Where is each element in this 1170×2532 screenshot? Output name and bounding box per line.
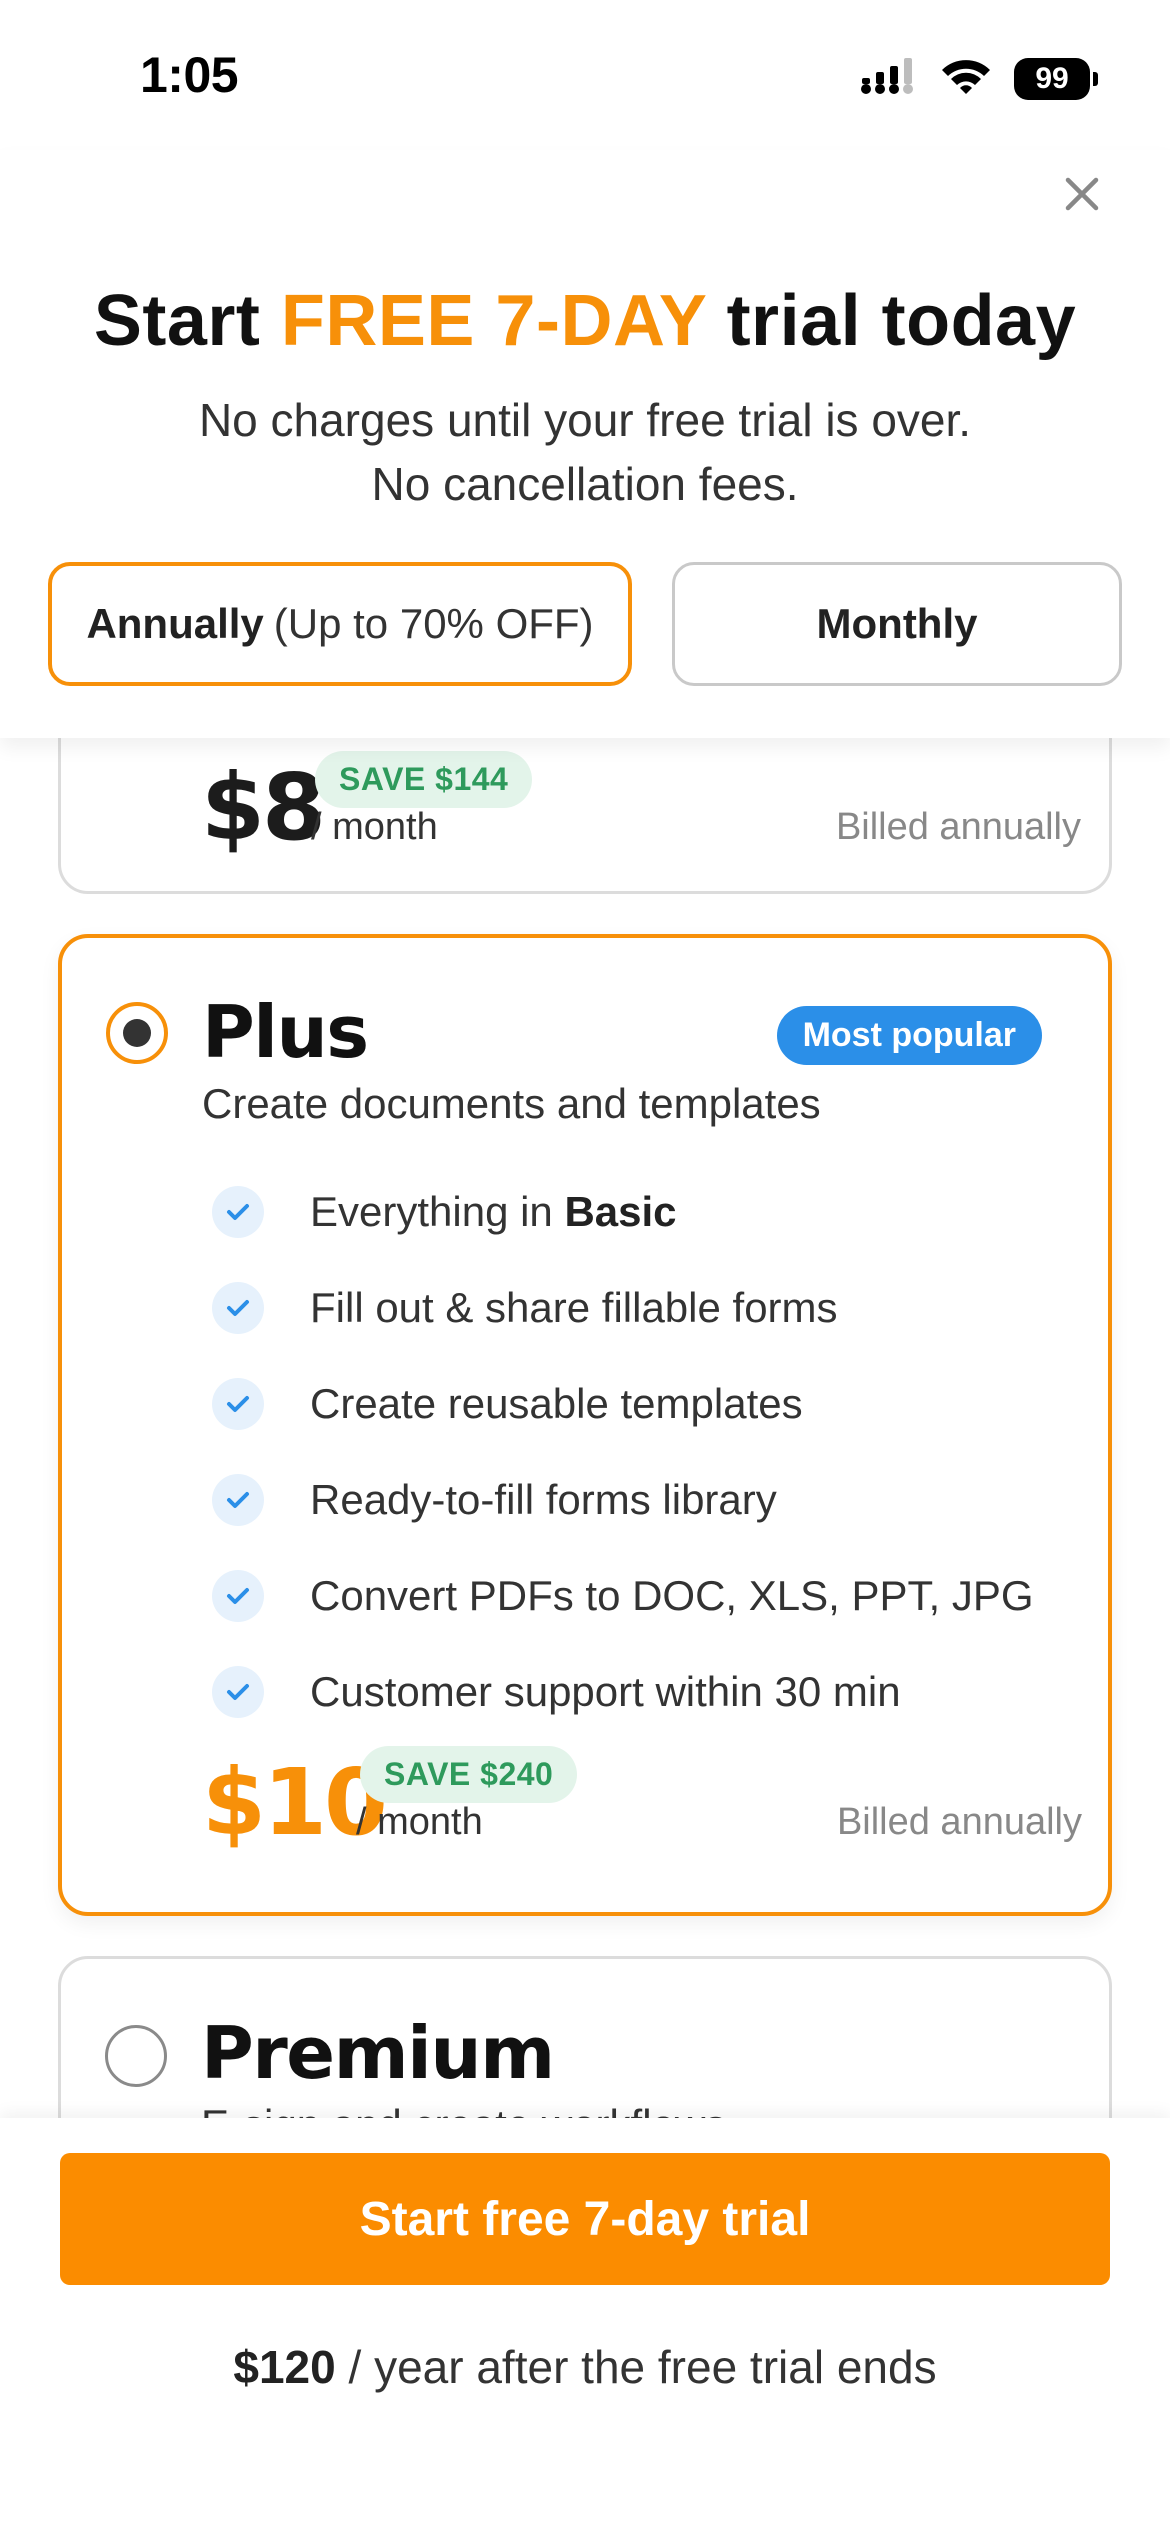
plus-per-month: / month [356,1801,483,1843]
billing-period-tabs: Annually (Up to 70% OFF) Monthly [48,562,1122,688]
close-icon [1065,177,1099,211]
subtitle-line-2: No cancellation fees. [371,458,799,510]
plan-card-basic[interactable]: $8 / month SAVE $144 Billed annually [58,738,1112,894]
basic-save-badge: SAVE $144 [315,751,533,808]
basic-billed: Billed annually [835,806,1081,848]
feature-text: Everything in Basic [310,1188,677,1235]
tab-annually[interactable]: Annually (Up to 70% OFF) [48,562,632,686]
check-icon [212,1378,264,1430]
subtitle: No charges until your free trial is over… [0,388,1170,516]
premium-radio[interactable] [105,2025,167,2087]
title-prefix: Start [93,281,281,361]
price-after-trial: $120 [233,2341,336,2393]
check-icon [212,1186,264,1238]
paywall-header: Start FREE 7-DAY trial today No charges … [0,150,1170,738]
plus-radio[interactable] [106,1002,168,1064]
premium-plan-description: E-sign and create workflows [201,2101,726,2118]
plus-plan-name: Plus [202,990,369,1074]
signal-icon [860,56,918,101]
feature-text: Convert PDFs to DOC, XLS, PPT, JPG [310,1572,1034,1619]
feature-item: Customer support within 30 min [212,1644,1072,1740]
subtitle-line-1: No charges until your free trial is over… [198,394,972,446]
plus-plan-description: Create documents and templates [202,1080,821,1127]
status-icons: 99 [860,56,1098,101]
start-trial-button[interactable]: Start free 7-day trial [60,2153,1110,2285]
feature-item: Fill out & share fillable forms [212,1260,1072,1356]
check-icon [212,1570,264,1622]
basic-per-month: / month [311,806,438,848]
check-icon [212,1666,264,1718]
price-after-trial-text: / year after the free trial ends [335,2341,937,2393]
plan-card-plus[interactable]: Plus Most popular Create documents and t… [58,934,1112,1916]
feature-item: Create reusable templates [212,1356,1072,1452]
plus-billed: Billed annually [836,1801,1082,1843]
footer: Start free 7-day trial $120 / year after… [0,2118,1170,2532]
feature-item: Convert PDFs to DOC, XLS, PPT, JPG [212,1548,1072,1644]
plans-scroll-area[interactable]: $8 / month SAVE $144 Billed annually Plu… [0,738,1170,2118]
premium-plan-name: Premium [201,2011,555,2095]
feature-text: Create reusable templates [310,1380,803,1427]
title-accent: FREE 7-DAY [280,281,707,361]
basic-price-row: $8 / month SAVE $144 Billed annually [201,751,1081,871]
basic-price: $8 [201,754,326,861]
plus-price-row: $10 / month SAVE $240 Billed annually [202,1746,1082,1866]
tab-annually-label: Annually [86,600,264,647]
tab-monthly-label: Monthly [816,600,978,647]
close-button[interactable] [1056,168,1108,220]
trial-price-note: $120 / year after the free trial ends [0,2340,1170,2394]
feature-text: Customer support within 30 min [310,1668,901,1715]
plan-card-premium[interactable]: Premium E-sign and create workflows [58,1956,1112,2118]
status-time: 1:05 [140,47,239,103]
tab-annually-note: (Up to 70% OFF) [273,600,594,647]
feature-item: Ready-to-fill forms library [212,1452,1072,1548]
feature-item: Everything in Basic [212,1164,1072,1260]
check-icon [212,1282,264,1334]
feature-text: Fill out & share fillable forms [310,1284,838,1331]
tab-monthly[interactable]: Monthly [672,562,1122,686]
check-icon [212,1474,264,1526]
plus-feature-list: Everything in Basic Fill out & share fil… [212,1164,1072,1740]
feature-text: Ready-to-fill forms library [310,1476,777,1523]
wifi-icon [940,56,992,101]
page-title: Start FREE 7-DAY trial today [0,280,1170,362]
title-suffix: trial today [706,281,1077,361]
plus-save-badge: SAVE $240 [360,1746,578,1803]
status-bar: 1:05 99 [0,0,1170,150]
battery-icon: 99 [1014,57,1098,100]
most-popular-badge: Most popular [776,1006,1042,1065]
